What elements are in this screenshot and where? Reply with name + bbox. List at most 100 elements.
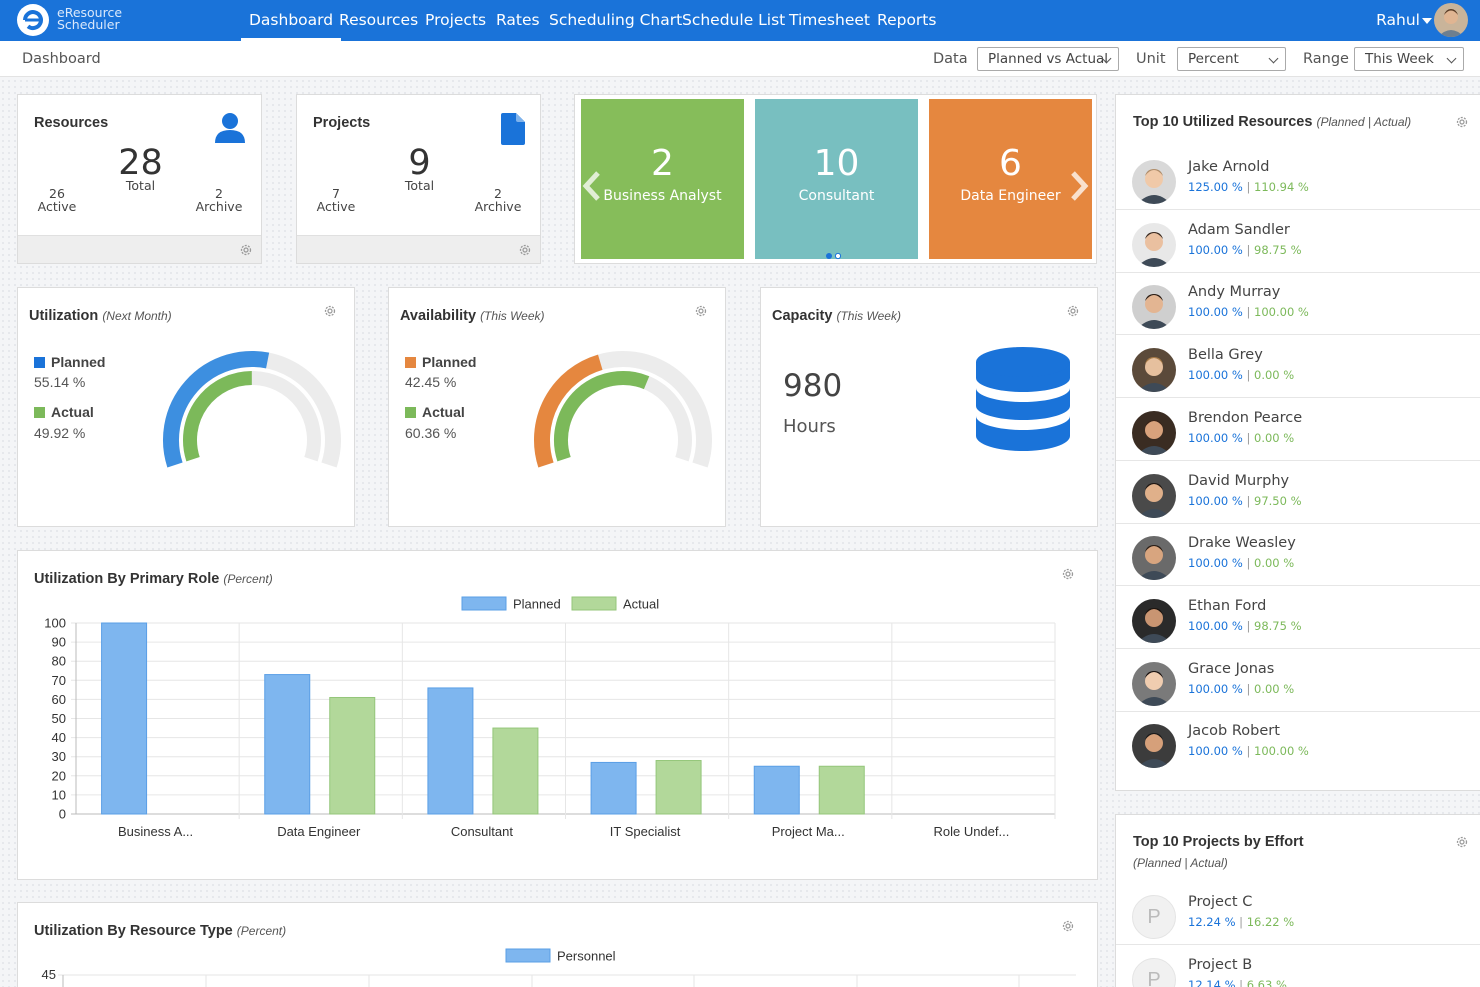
- resource-row[interactable]: David Murphy 100.00 % | 97.50 %: [1116, 461, 1480, 524]
- legend-actual: Actual: [34, 404, 94, 420]
- bar-actual[interactable]: [492, 727, 539, 815]
- gear-icon[interactable]: [1455, 115, 1469, 129]
- card-title-text: Utilization By Primary Role: [34, 571, 220, 587]
- actual-percent: 100.00 %: [1254, 744, 1309, 759]
- legend-label: Planned: [513, 597, 561, 612]
- chevron-down-icon: [1268, 53, 1279, 64]
- card-title-text: Utilization: [29, 308, 99, 324]
- gear-icon[interactable]: [323, 304, 337, 318]
- resource-row[interactable]: Andy Murray 100.00 % | 100.00 %: [1116, 272, 1480, 336]
- planned-percent: 12.14 %: [1188, 977, 1236, 987]
- card-subtitle: (This Week): [480, 309, 545, 323]
- resource-row[interactable]: Ethan Ford 100.00 % | 98.75 %: [1116, 586, 1480, 649]
- actual-percent: 98.75 %: [1254, 242, 1302, 257]
- role-count: 2: [651, 143, 674, 184]
- nav-scheduling-chart[interactable]: Scheduling Chart: [549, 0, 682, 41]
- x-tick-label: Consultant: [451, 824, 514, 839]
- user-menu-name[interactable]: Rahul: [1376, 0, 1420, 41]
- gear-icon[interactable]: [239, 243, 253, 257]
- bar-planned[interactable]: [590, 761, 637, 815]
- bar-planned[interactable]: [264, 674, 311, 815]
- y-tick-label: 30: [52, 749, 66, 764]
- card-subtitle: (Percent): [236, 924, 287, 938]
- bar-planned[interactable]: [101, 622, 148, 815]
- chevron-down-icon: [1446, 53, 1457, 64]
- y-tick-label: 60: [52, 692, 66, 707]
- gear-icon[interactable]: [1061, 567, 1075, 581]
- resource-row[interactable]: Bella Grey 100.00 % | 0.00 %: [1116, 335, 1480, 399]
- app-logo-icon[interactable]: [16, 3, 50, 37]
- card-subtitle: (Planned | Actual): [1316, 115, 1412, 129]
- carousel-prev-icon[interactable]: [581, 170, 603, 202]
- role-tile[interactable]: 2 Business Analyst: [581, 99, 744, 259]
- resource-row[interactable]: Brendon Pearce 100.00 % | 0.00 %: [1116, 398, 1480, 461]
- bar-planned[interactable]: [753, 765, 800, 815]
- bar-actual[interactable]: [655, 760, 702, 815]
- resource-row[interactable]: Grace Jonas 100.00 % | 0.00 %: [1116, 649, 1480, 712]
- resource-name: Andy Murray: [1188, 284, 1281, 301]
- card-subtitle: (Planned | Actual): [1133, 856, 1228, 870]
- nav-timesheet[interactable]: Timesheet: [789, 0, 870, 41]
- projects-card: Projects 9 Total 7 Active 2 Archive: [296, 94, 541, 264]
- document-icon: [501, 113, 525, 145]
- filter-bar: Dashboard Data Planned vs Actual Unit Pe…: [0, 41, 1480, 77]
- legend-swatch: [461, 596, 507, 611]
- role-count: 10: [813, 143, 860, 184]
- resource-row[interactable]: Jake Arnold 125.00 % | 110.94 %: [1116, 147, 1480, 210]
- resource-avatar: [1132, 473, 1176, 518]
- carousel-next-icon[interactable]: [1068, 170, 1090, 202]
- resource-row[interactable]: Drake Weasley 100.00 % | 0.00 %: [1116, 523, 1480, 587]
- resource-avatar: [1132, 661, 1176, 706]
- resources-active-label: Active: [37, 199, 77, 214]
- nav-projects[interactable]: Projects: [425, 0, 486, 41]
- resource-name: Drake Weasley: [1188, 535, 1296, 552]
- legend-label: Actual: [422, 404, 465, 420]
- role-bar-chart: 0 10 20 30 40 50 60 70 80 90 100 Business A... Data …: [44, 596, 1056, 839]
- bar-actual[interactable]: [329, 696, 376, 815]
- gear-icon[interactable]: [518, 243, 532, 257]
- resource-avatar: [1132, 222, 1176, 267]
- user-menu-caret-icon[interactable]: [1422, 18, 1432, 24]
- y-tick-label: 45: [42, 967, 56, 982]
- data-filter-select[interactable]: Planned vs Actual: [977, 47, 1119, 71]
- bar-planned[interactable]: [427, 687, 474, 815]
- x-tick-label: Project Ma...: [772, 824, 845, 839]
- unit-filter-value: Percent: [1188, 51, 1239, 67]
- capacity-unit: Hours: [783, 416, 836, 437]
- resource-row[interactable]: Jacob Robert 100.00 % | 100.00 %: [1116, 711, 1480, 774]
- resources-total: 28: [118, 143, 163, 183]
- nav-rates[interactable]: Rates: [496, 0, 540, 41]
- nav-resources[interactable]: Resources: [339, 0, 418, 41]
- role-tile[interactable]: 10 Consultant: [755, 99, 918, 259]
- gear-icon[interactable]: [1066, 304, 1080, 318]
- project-row[interactable]: P Project B 12.14 % | 6.63 %: [1116, 945, 1480, 987]
- resources-archive-label: Archive: [195, 199, 243, 214]
- planned-percent: 100.00 %: [1188, 242, 1243, 257]
- project-row[interactable]: P Project C 12.24 % | 16.22 %: [1116, 882, 1480, 945]
- resource-row[interactable]: Adam Sandler 100.00 % | 98.75 %: [1116, 210, 1480, 273]
- bar-actual[interactable]: [818, 765, 865, 815]
- unit-filter-select[interactable]: Percent: [1177, 47, 1286, 71]
- user-avatar[interactable]: [1434, 3, 1468, 37]
- nav-dashboard[interactable]: Dashboard: [240, 0, 342, 41]
- range-filter-select[interactable]: This Week: [1354, 47, 1464, 71]
- resources-total-label: Total: [125, 178, 156, 193]
- resource-values: 100.00 % | 0.00 %: [1188, 431, 1294, 445]
- card-title: Utilization By Primary Role (Percent): [34, 571, 273, 587]
- resource-name: Grace Jonas: [1188, 660, 1275, 677]
- nav-schedule-list[interactable]: Schedule List: [682, 0, 785, 41]
- gear-icon[interactable]: [694, 304, 708, 318]
- top-projects-panel: Top 10 Projects by Effort (Planned | Act…: [1115, 814, 1480, 987]
- project-name: Project C: [1188, 894, 1253, 910]
- planned-percent: 100.00 %: [1188, 430, 1243, 445]
- nav-reports[interactable]: Reports: [877, 0, 936, 41]
- role-chart-card: Utilization By Primary Role (Percent) 0 1…: [17, 550, 1098, 880]
- actual-value: 49.92 %: [34, 425, 86, 441]
- gear-icon[interactable]: [1455, 835, 1469, 849]
- separator: |: [1242, 556, 1255, 571]
- planned-value: 55.14 %: [34, 374, 86, 390]
- gear-icon[interactable]: [1061, 919, 1075, 933]
- carousel-dots[interactable]: [823, 252, 845, 260]
- separator: |: [1242, 305, 1255, 320]
- resource-name: David Murphy: [1188, 472, 1290, 489]
